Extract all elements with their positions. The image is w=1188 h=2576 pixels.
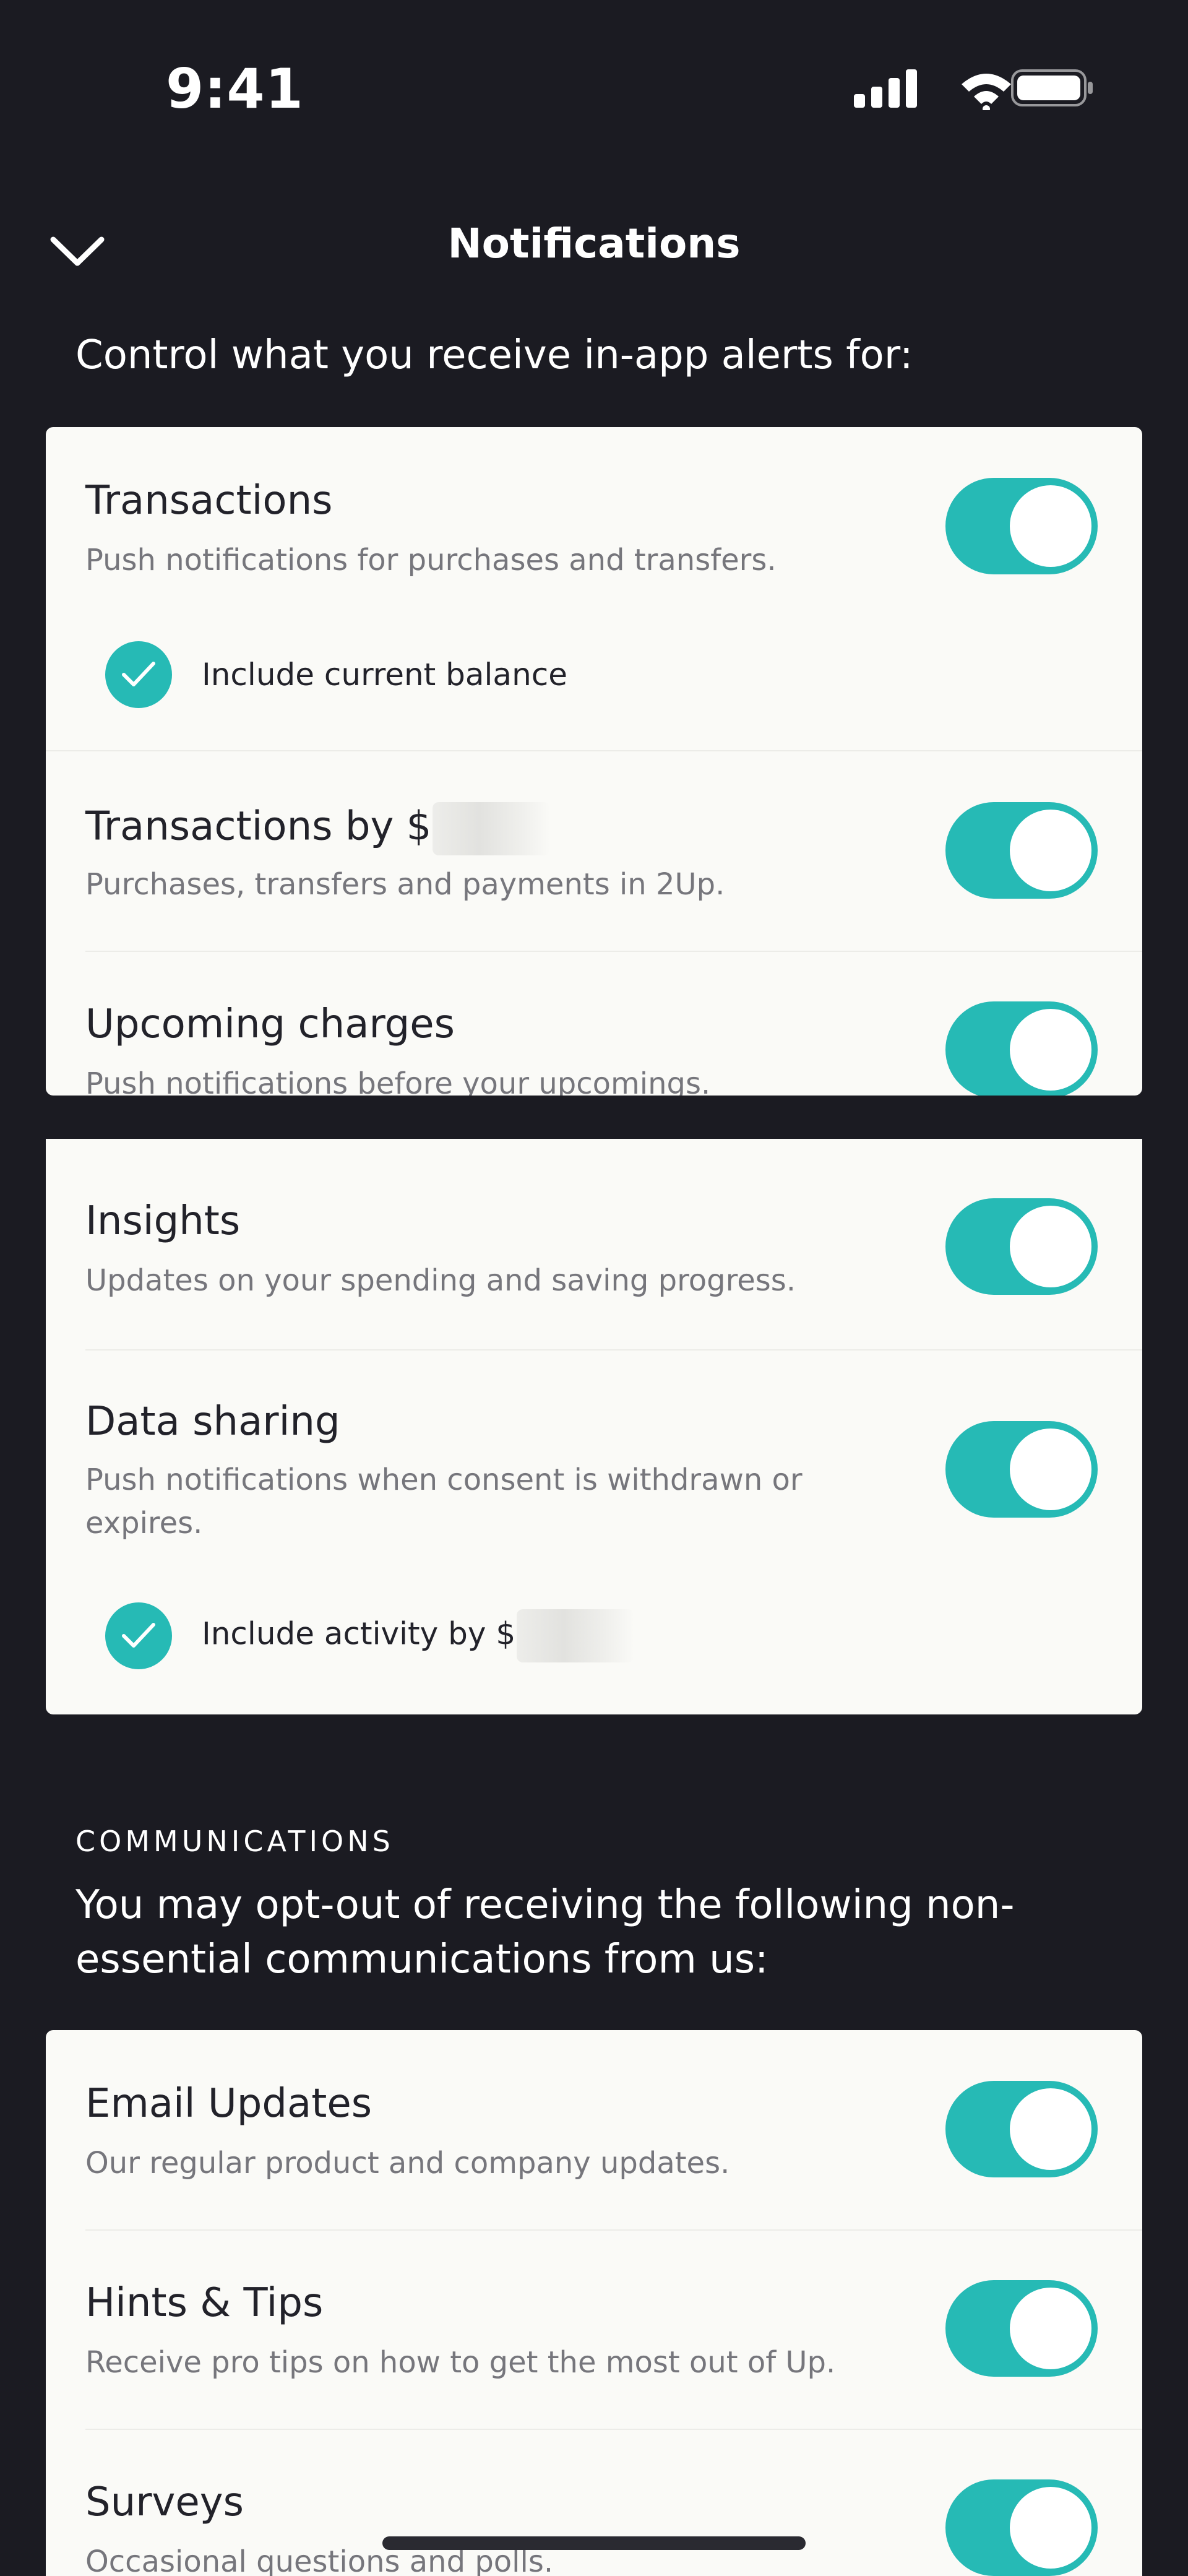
list-item-hints-tips: Hints & Tips Receive pro tips on how to … xyxy=(46,2231,1142,2430)
surveys-toggle[interactable] xyxy=(945,2479,1098,2576)
row-title: Insights xyxy=(85,1198,241,1244)
page-title: Notifications xyxy=(447,220,741,267)
communications-intro: You may opt-out of receiving the followi… xyxy=(75,1882,1015,1982)
row-description: Receive pro tips on how to get the most … xyxy=(85,2345,836,2380)
communications-card: Email Updates Our regular product and co… xyxy=(46,2030,1142,2576)
row-title: Hints & Tips xyxy=(85,2280,324,2326)
row-description: Push notifications when consent is withd… xyxy=(85,1463,803,1541)
list-item-insights: Insights Updates on your spending and sa… xyxy=(46,1139,1142,1351)
alerts-intro: Control what you receive in-app alerts f… xyxy=(75,332,913,378)
toggle-knob xyxy=(1010,2487,1091,2569)
status-icons xyxy=(848,67,1095,113)
row-title: Surveys xyxy=(85,2479,244,2525)
home-indicator[interactable] xyxy=(382,2536,806,2550)
list-item-data-sharing: Data sharing Push notifications when con… xyxy=(46,1351,1142,1714)
list-item-email-updates: Email Updates Our regular product and co… xyxy=(46,2030,1142,2231)
status-time: 9:41 xyxy=(166,57,304,121)
insights-toggle[interactable] xyxy=(945,1198,1098,1295)
hints-tips-toggle[interactable] xyxy=(945,2280,1098,2377)
toggle-knob xyxy=(1010,2288,1091,2369)
row-description: Our regular product and company updates. xyxy=(85,2146,730,2181)
row-title: Data sharing xyxy=(85,1399,340,1445)
alerts-card-lower: Insights Updates on your spending and sa… xyxy=(46,1139,1142,1714)
include-activity-label: Include activity by $ xyxy=(202,1609,635,1662)
data-sharing-toggle[interactable] xyxy=(945,1421,1098,1518)
include-activity-option: Include activity by $ xyxy=(105,1602,635,1670)
wifi-icon xyxy=(962,74,1011,113)
email-updates-toggle[interactable] xyxy=(945,2081,1098,2177)
include-activity-checkbox[interactable] xyxy=(105,1602,172,1669)
list-item-surveys: Surveys Occasional questions and polls. xyxy=(46,2430,1142,2576)
toggle-knob xyxy=(1010,1206,1091,1287)
battery-icon xyxy=(1011,69,1093,106)
include-activity-text: Include activity by $ xyxy=(202,1615,516,1652)
nav-bar: Notifications xyxy=(0,204,1188,285)
checkmark-icon xyxy=(122,1623,155,1648)
communications-heading: COMMUNICATIONS xyxy=(75,1825,394,1858)
row-title: Email Updates xyxy=(85,2081,372,2127)
toggle-knob xyxy=(1010,1428,1091,1510)
status-icons-svg xyxy=(854,69,1093,113)
status-bar: 9:41 xyxy=(0,0,1188,179)
toggle-knob xyxy=(1010,2088,1091,2170)
row-description: Updates on your spending and saving prog… xyxy=(85,1263,796,1298)
redacted-handle xyxy=(517,1609,635,1662)
signal-icon xyxy=(854,69,917,108)
